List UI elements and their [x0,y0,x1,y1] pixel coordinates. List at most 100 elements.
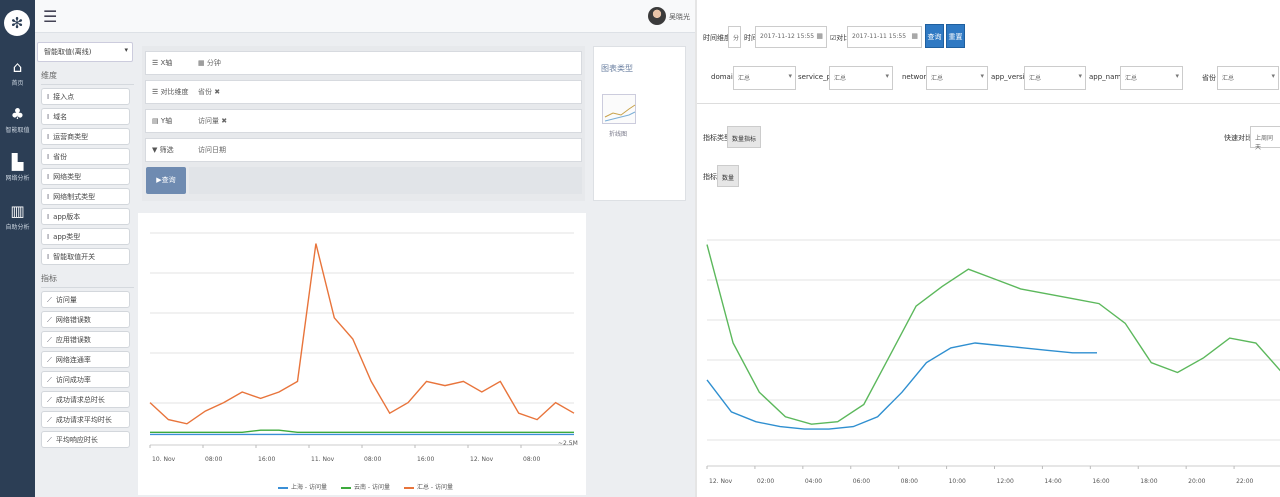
datasource-select[interactable]: 智能取值(离线) ▾ [37,42,133,62]
x-tick-label: 06:00 [853,478,870,485]
legend-item[interactable]: 云南 - 访问量 [340,482,390,491]
sidebar-item-network[interactable]: ▙ 网络分析 [0,153,35,182]
dimension-item[interactable]: I 运营商类型 [41,128,130,145]
metric-item[interactable]: ⟋ 访问成功率 [41,371,130,388]
line-chart-icon: ⟋ [47,416,52,424]
series-line[interactable] [706,244,1280,425]
x-tick-label: 08:00 [901,478,918,485]
sidebar-item-selfservice[interactable]: ▥ 自助分析 [0,202,35,231]
sidebar-item-label: 首页 [11,80,24,87]
line-chart-icon: ⟋ [47,436,52,444]
dimension-item[interactable]: I 网络制式类型 [41,188,130,205]
chart-icon: ▤ [152,117,161,125]
x-tick-label: 18:00 [1140,478,1157,485]
metric-item-label: 应用错误数 [55,336,91,344]
avatar[interactable] [648,7,666,25]
dimension-item[interactable]: I 网络类型 [41,168,130,185]
series-line[interactable] [706,342,1097,430]
factory-icon: ▙ [11,153,24,171]
x-axis-value-text: 分钟 [206,59,221,67]
x-tick-label: 16:00 [417,456,434,463]
time-dimension-select[interactable]: 分 [728,26,741,48]
text-type-icon: I [47,153,50,161]
start-date-input[interactable]: 2017-11-12 15:55 ▦ [755,26,827,48]
x-tick-label: 22:00 [1236,478,1253,485]
legend-item[interactable]: 上海 - 访问量 [278,482,327,491]
sidebar-item-smart[interactable]: ♣ 智能取值 [0,105,35,134]
y-axis-row[interactable]: ▤ Y轴 访问量 ✖ [145,109,582,133]
dimension-item[interactable]: Iapp版本 [41,208,130,225]
line-chart-thumbnail[interactable] [602,94,636,124]
filter-select[interactable]: 汇总 ▾ [926,66,988,90]
text-type-icon: I [47,93,50,101]
dimension-item[interactable]: I 智能取值开关 [41,248,130,265]
metric-item[interactable]: ⟋ 成功请求平均时长 [41,411,130,428]
metric-item[interactable]: ⟋ 访问量 [41,291,130,308]
metric-item[interactable]: ⟋ 网络连通率 [41,351,130,368]
chart-type-panel: 图表类型 折线图 [593,46,686,201]
dimension-item-label: app类型 [53,233,81,241]
field-panel: 智能取值(离线) ▾ 维度 I 接入点 I 域名 I 运营商类型 I 省份 I 网络类型 I 网络制式… [37,42,134,494]
menu-icon[interactable]: ☰ [43,7,57,26]
sidebar-item-label: 网络分析 [5,175,30,182]
query-config: ☰ X轴 ▦ 分钟 ☰ 对比维度 省份 ✖ ▤ Y轴 访问量 ✖ ▼ 筛选 访问… [142,46,585,201]
series-line[interactable] [149,243,575,425]
end-date-input[interactable]: 2017-11-11 15:55 ▦ [847,26,922,48]
dimension-item[interactable]: I 域名 [41,108,130,125]
dimension-item[interactable]: I 省份 [41,148,130,165]
filter-value: 汇总 [834,75,847,82]
list-icon: ☰ [152,88,161,96]
datasource-value: 智能取值(离线) [44,48,92,56]
line-chart-icon [604,104,636,122]
filter-select[interactable]: 汇总 ▾ [1024,66,1086,90]
metric-item[interactable]: ⟋ 平均响应时长 [41,431,130,448]
x-tick-label: 08:00 [523,456,540,463]
chart-type-label: 折线图 [609,131,628,138]
compare-row[interactable]: ☰ 对比维度 省份 ✖ [145,80,582,104]
metric-item-label: 网络错误数 [55,316,91,324]
x-axis-row[interactable]: ☰ X轴 ▦ 分钟 [145,51,582,75]
sidebar-item-home[interactable]: ⌂ 首页 [0,58,35,87]
filter-value: 汇总 [738,75,751,82]
sidebar-item-label: 智能取值 [5,127,30,134]
metrics-title: 指标 [41,273,134,288]
dimensions-title: 维度 [41,70,134,85]
metric-item[interactable]: ⟋ 应用错误数 [41,331,130,348]
run-query-button[interactable]: ▶查询 [146,167,186,194]
filter-select[interactable]: 汇总 ▾ [1217,66,1279,90]
calendar-icon: ▦ [911,32,918,40]
text-type-icon: I [47,233,50,241]
reset-button[interactable]: 重置 [946,24,965,48]
line-chart-icon: ⟋ [47,356,52,364]
filter-select[interactable]: 汇总 ▾ [733,66,796,90]
chevron-down-icon: ▾ [1078,72,1082,80]
text-type-icon: I [47,213,50,221]
filter-label: ▼ 筛选 [152,145,174,155]
dimension-item[interactable]: Iapp类型 [41,228,130,245]
legend-item[interactable]: 汇总 - 访问量 [403,482,453,491]
x-tick-label: 16:00 [258,456,275,463]
query-button[interactable]: 查询 [925,24,944,48]
filter-select[interactable]: 汇总 ▾ [829,66,893,90]
metric-item-label: 网络连通率 [55,356,91,364]
text-type-icon: I [47,173,50,181]
username[interactable]: 吴晓光 [669,12,690,22]
series-line[interactable] [150,429,574,434]
compare-date-select[interactable]: 上周同天 [1250,126,1280,151]
metric-item[interactable]: ⟋ 网络错误数 [41,311,130,328]
dimension-item[interactable]: I 接入点 [41,88,130,105]
chart-type-title: 图表类型 [601,64,633,73]
left-chart-legend: 上海 - 访问量 云南 - 访问量 汇总 - 访问量 [278,482,453,491]
filter-label: 省份 [1202,74,1216,82]
calendar-icon: ▦ [816,32,823,40]
y-axis-label: ▤ Y轴 [152,116,172,126]
metric-type-button[interactable]: 数量指标 [727,126,762,148]
metric-item[interactable]: ⟋ 成功请求总时长 [41,391,130,408]
metric-button[interactable]: 数量 [717,165,740,187]
end-date-value: 2017-11-11 15:55 [852,33,907,40]
filter-row[interactable]: ▼ 筛选 访问日期 [145,138,582,162]
filter-select[interactable]: 汇总 ▾ [1120,66,1183,90]
list-icon: ☰ [152,59,161,67]
chevron-down-icon: ▾ [980,72,984,80]
dimension-item-label: 运营商类型 [53,133,89,141]
